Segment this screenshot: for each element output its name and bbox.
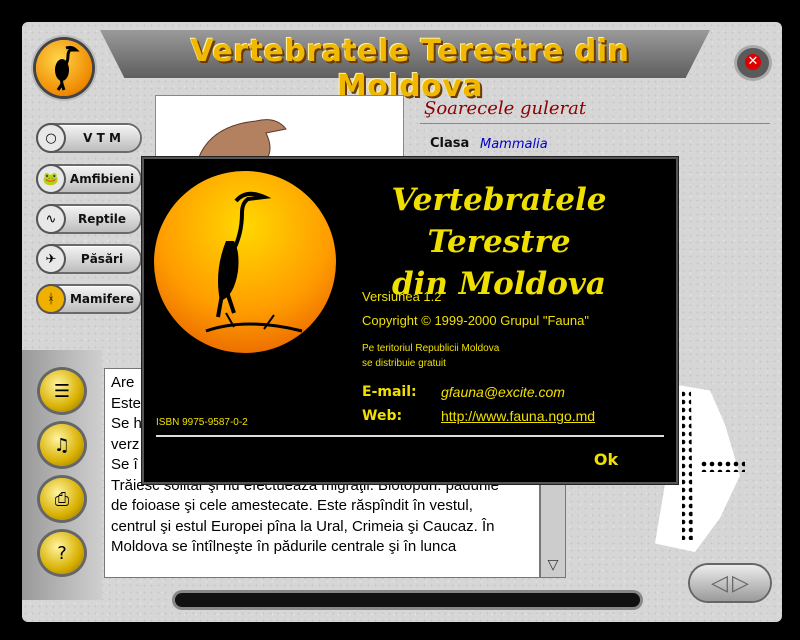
help-button[interactable]: ? <box>40 532 84 574</box>
clasa-label: Clasa <box>430 136 470 151</box>
bird-icon: ✈ <box>38 246 64 272</box>
about-title: Vertebratele Terestre din Moldova <box>324 179 674 305</box>
app-title: Vertebratele Terestre din Moldova <box>190 34 630 104</box>
snake-icon: ∿ <box>38 206 64 232</box>
nav-label: Păsări <box>80 252 124 266</box>
species-name: Şoarecele gulerat <box>424 98 587 119</box>
scroll-down-icon[interactable]: ▽ <box>541 553 565 577</box>
clasa-value[interactable]: Mammalia <box>480 137 548 152</box>
app-frame: Vertebratele Terestre din Moldova ✕ ○ V … <box>0 0 800 640</box>
nav-label: Amfibieni <box>69 172 135 186</box>
help-icon: ? <box>57 542 67 564</box>
circle-icon: ○ <box>38 125 64 151</box>
nav-vtm[interactable]: ○ V T M <box>38 125 140 151</box>
nav-reptile[interactable]: ∿ Reptile <box>38 206 140 232</box>
printer-icon: ⎙ <box>54 488 70 510</box>
territory-line: se distribuie gratuit <box>362 358 446 369</box>
heron-logo-icon <box>36 40 92 96</box>
arrow-left-icon[interactable]: ◁ <box>711 571 728 596</box>
speaker-button[interactable]: ♫ <box>40 424 84 466</box>
frog-icon: 🐸 <box>38 166 64 192</box>
close-icon: ✕ <box>745 54 761 70</box>
close-button[interactable]: ✕ <box>737 48 769 78</box>
about-title-line: Vertebratele Terestre <box>391 182 607 260</box>
about-dialog: Vertebratele Terestre din Moldova Versiu… <box>142 157 678 484</box>
territory-line: Pe teritoriul Republicii Moldova <box>362 343 500 354</box>
nav-amfibieni[interactable]: 🐸 Amfibieni <box>38 166 140 192</box>
search-list-icon: ☰ <box>53 380 71 402</box>
nav-pasari[interactable]: ✈ Păsări <box>38 246 140 272</box>
email-label: E-mail: <box>362 384 417 400</box>
nav-label: V T M <box>83 131 121 145</box>
map-dots <box>700 460 745 472</box>
page-navigation[interactable]: ◁ ▷ <box>690 565 770 601</box>
print-button[interactable]: ⎙ <box>40 478 84 520</box>
nav-label: Mamifere <box>69 292 135 306</box>
divider <box>420 123 770 124</box>
heron-logo-icon <box>154 171 336 353</box>
ok-button[interactable]: Ok <box>584 449 628 471</box>
copyright-text: Copyright © 1999-2000 Grupul "Fauna" <box>362 313 589 328</box>
search-list-button[interactable]: ☰ <box>40 370 84 412</box>
territory-text: Pe teritoriul Republicii Moldova se dist… <box>362 341 499 371</box>
email-link[interactable]: gfauna@excite.com <box>441 384 565 400</box>
status-bar <box>175 593 640 607</box>
web-label: Web: <box>362 408 403 424</box>
dialog-divider <box>156 435 664 437</box>
nav-label: Reptile <box>77 212 127 226</box>
nav-mamifere[interactable]: ᚼ Mamifere <box>38 286 140 312</box>
deer-icon: ᚼ <box>38 286 64 312</box>
isbn-text: ISBN 9975-9587-0-2 <box>156 417 248 428</box>
speaker-icon: ♫ <box>53 434 71 456</box>
web-link[interactable]: http://www.fauna.ngo.md <box>441 408 595 424</box>
arrow-right-icon[interactable]: ▷ <box>732 571 749 596</box>
version-text: Versiunea 1.2 <box>362 289 442 304</box>
